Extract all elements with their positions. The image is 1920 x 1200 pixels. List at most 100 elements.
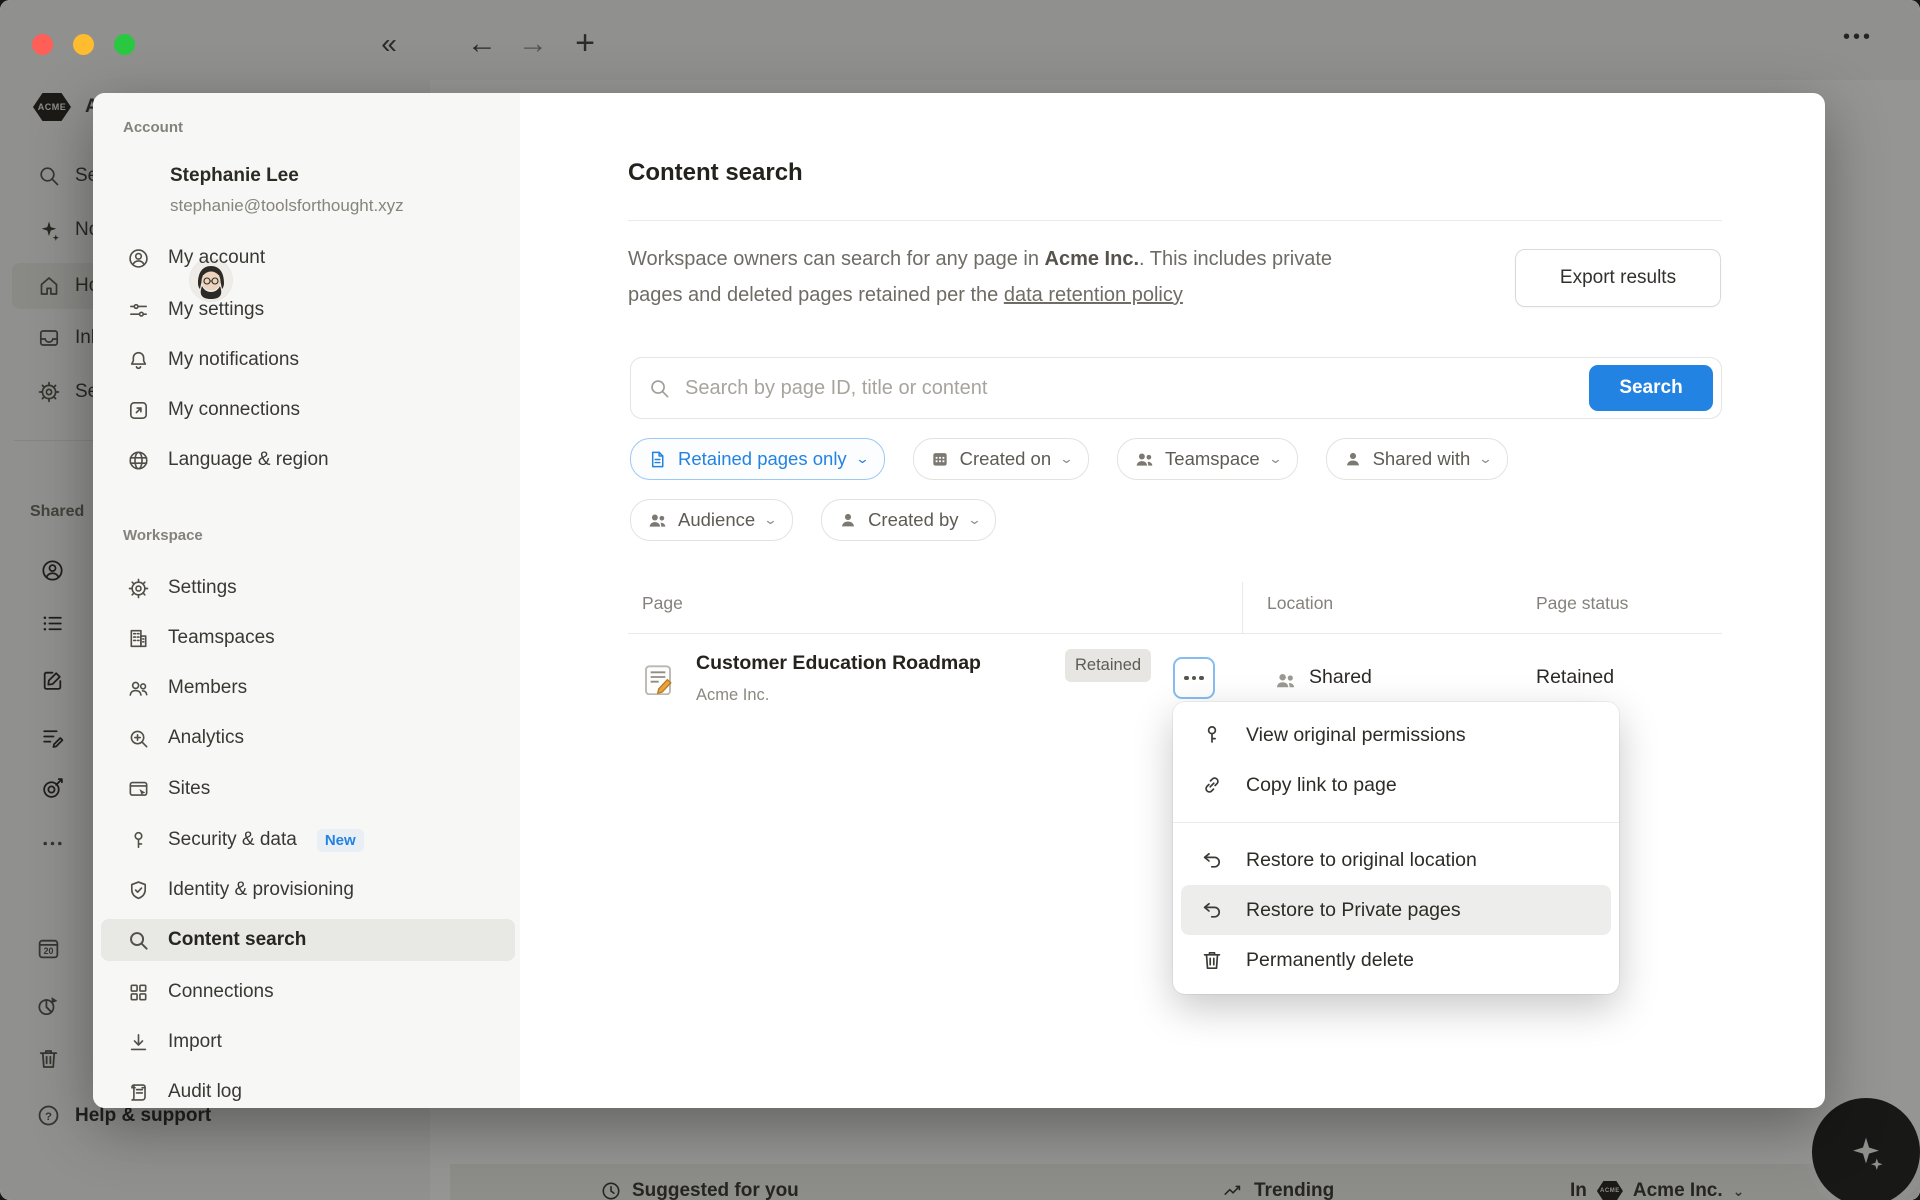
menu-item-label: Restore to Private pages — [1246, 899, 1461, 922]
chevron-down-icon: ⌄ — [1059, 451, 1074, 467]
filter-chip-created-on[interactable]: Created on⌄ — [913, 438, 1089, 480]
row-actions-context-menu: View original permissions Copy link to p… — [1173, 702, 1619, 994]
menu-item-label: Copy link to page — [1246, 774, 1397, 797]
bell-icon — [127, 349, 150, 372]
nav-label: Teamspaces — [168, 627, 275, 649]
content-search-bar: Search — [630, 357, 1722, 419]
chevron-down-icon: ⌄ — [967, 512, 982, 528]
menu-item-label: Permanently delete — [1246, 949, 1414, 972]
filter-chip-shared-with[interactable]: Shared with ⌄ — [1326, 438, 1509, 480]
filter-label: Teamspace — [1165, 448, 1260, 470]
minimize-window-button[interactable] — [73, 34, 94, 55]
document-icon — [647, 449, 668, 470]
column-header-page-status: Page status — [1536, 593, 1628, 614]
filter-chip-audience[interactable]: Audience⌄ — [630, 499, 793, 541]
account-section-label: Account — [123, 119, 183, 136]
download-icon — [127, 1031, 150, 1054]
export-results-button[interactable]: Export results — [1515, 249, 1721, 307]
person-icon — [838, 510, 858, 530]
settings-nav-sites[interactable]: Sites — [101, 768, 515, 810]
zoom-window-button[interactable] — [114, 34, 135, 55]
settings-nav-members[interactable]: Members — [101, 667, 515, 709]
column-divider — [1242, 582, 1243, 633]
nav-label: My notifications — [168, 349, 299, 371]
filter-chip-created-by[interactable]: Created by ⌄ — [821, 499, 996, 541]
trash-icon — [1200, 948, 1224, 972]
dot — [1199, 676, 1204, 681]
scroll-icon — [127, 1081, 150, 1104]
settings-nav-content-search[interactable]: Content search — [101, 919, 515, 961]
settings-nav-my-notifications[interactable]: My notifications — [101, 339, 515, 381]
menu-item-label: Restore to original location — [1246, 849, 1477, 872]
shared-people-icon — [1274, 669, 1297, 692]
filter-chip-retained-pages-only[interactable]: Retained pages only⌄ — [630, 438, 885, 480]
menu-divider — [1173, 822, 1619, 823]
nav-label: Language & region — [168, 449, 329, 471]
chevron-down-icon: ⌄ — [1268, 451, 1283, 467]
person-icon — [1343, 449, 1363, 469]
settings-nav-connections[interactable]: Connections — [101, 971, 515, 1013]
undo-arrow-icon — [1200, 898, 1224, 922]
menu-item-copy-link-to-page[interactable]: Copy link to page — [1181, 760, 1611, 810]
settings-nav-settings[interactable]: Settings — [101, 567, 515, 609]
filter-label: Created by — [868, 509, 959, 531]
result-page-title[interactable]: Customer Education Roadmap — [696, 652, 981, 675]
link-icon — [1200, 773, 1224, 797]
chevron-down-icon: ⌄ — [763, 512, 778, 528]
nav-label: Members — [168, 677, 247, 699]
result-page-status: Retained — [1536, 666, 1614, 689]
user-email: stephanie@toolsforthought.xyz — [170, 196, 404, 216]
browser-icon — [127, 778, 150, 801]
nav-label: My account — [168, 247, 265, 269]
menu-item-restore-to-original-location[interactable]: Restore to original location — [1181, 835, 1611, 885]
nav-label: My settings — [168, 299, 264, 321]
key-icon — [127, 829, 150, 852]
search-icon — [127, 929, 150, 952]
search-input[interactable] — [683, 376, 1721, 401]
data-retention-policy-link[interactable]: data retention policy — [1004, 284, 1183, 306]
undo-arrow-icon — [1200, 848, 1224, 872]
grid-icon — [127, 981, 150, 1004]
settings-nav-language-region[interactable]: Language & region — [101, 439, 515, 481]
settings-nav-my-connections[interactable]: My connections — [101, 389, 515, 431]
nav-label: Identity & provisioning — [168, 879, 354, 901]
table-header-divider — [628, 633, 1722, 634]
settings-nav-identity-provisioning[interactable]: Identity & provisioning — [101, 869, 515, 911]
search-button[interactable]: Search — [1589, 365, 1713, 411]
settings-nav-security-data[interactable]: Security & dataNew — [101, 819, 515, 861]
settings-nav-my-account[interactable]: My account — [101, 237, 515, 279]
nav-label: Settings — [168, 577, 237, 599]
filter-label: Shared with — [1373, 448, 1471, 470]
magnifier-plus-icon — [127, 727, 150, 750]
retained-badge: Retained — [1065, 649, 1151, 682]
nav-label: Audit log — [168, 1081, 242, 1103]
people-icon — [127, 677, 150, 700]
description-text: Workspace owners can search for any page… — [628, 248, 1045, 270]
person-circle-icon — [127, 247, 150, 270]
filter-chip-teamspace[interactable]: Teamspace ⌄ — [1117, 438, 1298, 480]
people-icon — [1134, 449, 1155, 470]
chevron-down-icon: ⌄ — [855, 451, 870, 467]
page-memo-icon — [642, 663, 674, 695]
building-icon — [127, 627, 150, 650]
settings-nav-audit-log[interactable]: Audit log — [101, 1071, 515, 1113]
close-window-button[interactable] — [32, 34, 53, 55]
column-header-location: Location — [1267, 593, 1333, 614]
settings-nav-my-settings[interactable]: My settings — [101, 289, 515, 331]
row-more-actions-button[interactable] — [1173, 657, 1215, 699]
title-divider — [628, 220, 1722, 221]
menu-item-restore-to-private-pages[interactable]: Restore to Private pages — [1181, 885, 1611, 935]
menu-item-permanently-delete[interactable]: Permanently delete — [1181, 935, 1611, 985]
settings-nav-analytics[interactable]: Analytics — [101, 717, 515, 759]
menu-item-view-original-permissions[interactable]: View original permissions — [1181, 710, 1611, 760]
chevron-down-icon: ⌄ — [1478, 451, 1493, 467]
settings-sidebar: Account Stephanie Lee stephanie@toolsfor… — [93, 93, 520, 1108]
user-name: Stephanie Lee — [170, 165, 299, 187]
settings-nav-import[interactable]: Import — [101, 1021, 515, 1063]
result-page-workspace: Acme Inc. — [696, 686, 769, 705]
result-location: Shared — [1309, 666, 1372, 689]
calendar-icon — [930, 449, 950, 469]
page-title: Content search — [628, 159, 803, 187]
arrow-out-box-icon — [127, 399, 150, 422]
settings-nav-teamspaces[interactable]: Teamspaces — [101, 617, 515, 659]
